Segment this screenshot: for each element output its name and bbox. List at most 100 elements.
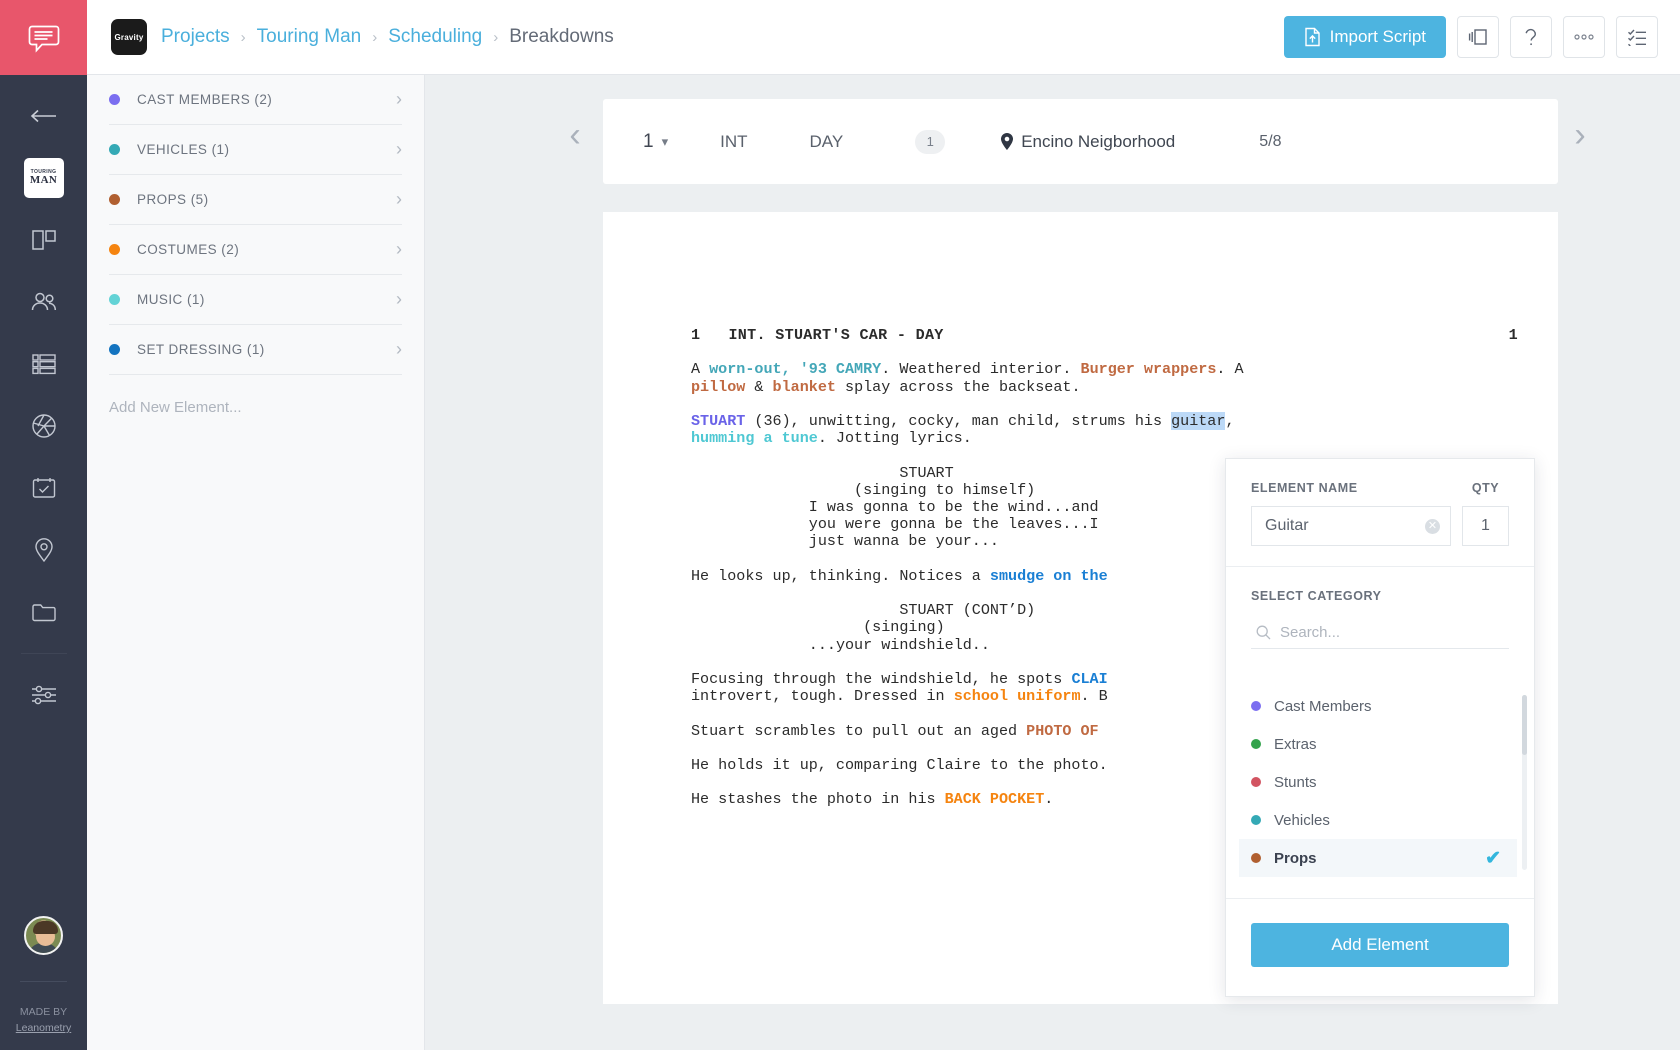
sidebar-item-label: SET DRESSING (1) [137, 342, 265, 357]
category-color-dot [109, 194, 120, 205]
import-script-label: Import Script [1329, 27, 1426, 46]
rail-footer-divider [20, 981, 67, 982]
sidebar-item-files[interactable] [0, 581, 87, 643]
element-camry[interactable]: worn-out, '93 CAMRY [709, 360, 881, 378]
arrow-left-icon [30, 109, 56, 123]
element-name-input[interactable]: Guitar ✕ [1251, 506, 1451, 546]
element-name-value: Guitar [1265, 517, 1309, 534]
qty-input[interactable]: 1 [1462, 506, 1509, 546]
category-option-props[interactable]: Props ✔ [1239, 839, 1517, 877]
sidebar-item-cast-members[interactable]: CAST MEMBERS (2) › [109, 75, 402, 125]
sidebar-item-stripboard[interactable] [0, 333, 87, 395]
scene-number-dropdown[interactable]: 1 ▾ [643, 131, 668, 153]
avatar[interactable] [24, 916, 63, 955]
sidebar-item-locations[interactable] [0, 519, 87, 581]
element-claire[interactable]: CLAI [1071, 670, 1107, 688]
breadcrumb-scheduling[interactable]: Scheduling [388, 26, 482, 48]
previous-scene-button[interactable]: ‹ [555, 105, 595, 165]
back-button[interactable] [0, 85, 87, 147]
breadcrumb-separator: › [240, 28, 246, 46]
category-color-dot [109, 94, 120, 105]
qty-column: QTY 1 [1462, 481, 1509, 546]
category-list-scrollbar[interactable] [1522, 695, 1527, 870]
clear-icon[interactable]: ✕ [1425, 518, 1440, 534]
element-humming-a-tune[interactable]: humming a tune [691, 429, 818, 447]
popup-name-row: ELEMENT NAME Guitar ✕ QTY 1 [1251, 481, 1509, 546]
element-stuart[interactable]: STUART [691, 412, 745, 430]
more-options-button[interactable] [1563, 16, 1605, 58]
text-run: . Weathered interior. [881, 360, 1081, 379]
question-mark-icon [1525, 28, 1537, 46]
sidebar-item-settings[interactable] [0, 664, 87, 726]
element-back-pocket[interactable]: BACK POCKET [945, 790, 1045, 808]
category-label: Props [1274, 849, 1317, 867]
category-list[interactable]: Cast Members Extras Stunts Vehicles Prop… [1239, 687, 1517, 877]
split-view-button[interactable] [1457, 16, 1499, 58]
breadcrumb-touring-man[interactable]: Touring Man [257, 26, 362, 48]
breadcrumb-projects[interactable]: Projects [161, 26, 230, 48]
category-color-dot [1251, 739, 1261, 749]
chevron-right-icon: › [396, 139, 402, 159]
text-run: . B [1080, 687, 1108, 706]
element-smudge[interactable]: smudge on the [990, 567, 1108, 585]
category-option-vehicles[interactable]: Vehicles [1239, 801, 1517, 839]
scene-time-of-day[interactable]: DAY [810, 132, 844, 152]
made-by-label: MADE BY [19, 1006, 68, 1018]
category-color-dot [1251, 815, 1261, 825]
sidebar-item-costumes[interactable]: COSTUMES (2) › [109, 225, 402, 275]
selected-text-guitar[interactable]: guitar [1171, 412, 1226, 430]
sidebar-item-calendar[interactable] [0, 457, 87, 519]
scene-number-value: 1 [643, 130, 654, 152]
sidebar-item-panels[interactable] [0, 209, 87, 271]
dialogue-line: ...your windshield.. [691, 636, 990, 654]
rail-project-badge[interactable]: TOURING MAN [0, 147, 87, 209]
action-line-3: STUART (36), unwitting, cocky, man child… [691, 412, 1235, 430]
sidebar-item-people[interactable] [0, 271, 87, 333]
text-run: , [1225, 412, 1235, 430]
category-option-extras[interactable]: Extras [1239, 725, 1517, 763]
parenthetical: (singing to himself) [854, 480, 1036, 499]
sidebar-item-props[interactable]: PROPS (5) › [109, 175, 402, 225]
category-option-cast-members[interactable]: Cast Members [1239, 687, 1517, 725]
scene-int-ext[interactable]: INT [720, 132, 747, 152]
add-new-element-button[interactable]: Add New Element... [109, 399, 402, 416]
import-script-button[interactable]: Import Script [1283, 16, 1446, 58]
sidebar-item-vehicles[interactable]: VEHICLES (1) › [109, 125, 402, 175]
dialogue-character-1: STUART [691, 464, 953, 482]
checklist-button[interactable] [1616, 16, 1658, 58]
sidebar-item-label: MUSIC (1) [137, 292, 205, 307]
sidebar-item-label: COSTUMES (2) [137, 242, 240, 257]
script-scene-heading: INT. STUART'S CAR - DAY [728, 326, 944, 344]
search-icon [1256, 625, 1271, 640]
category-option-stunts[interactable]: Stunts [1239, 763, 1517, 801]
app-logo[interactable] [0, 0, 87, 75]
category-label: Cast Members [1274, 697, 1372, 715]
dialogue-paren-2: (singing) [691, 618, 945, 636]
breadcrumb-breakdowns[interactable]: Breakdowns [509, 26, 614, 48]
panels-icon [31, 230, 56, 250]
dialogue-line: I was gonna to be the wind...and [691, 498, 1099, 516]
scrollbar-thumb[interactable] [1522, 695, 1527, 755]
text-run: & [745, 377, 773, 396]
made-by-link[interactable]: Leanometry [0, 1020, 87, 1036]
help-button[interactable] [1510, 16, 1552, 58]
category-search-input[interactable]: Search... [1251, 617, 1509, 649]
scene-location[interactable]: Encino Neigborhood [1001, 132, 1175, 152]
avatar-hair [33, 921, 58, 934]
gravity-logo[interactable]: Gravity [111, 19, 147, 55]
add-element-button[interactable]: Add Element [1251, 923, 1509, 967]
action-line-9: He holds it up, comparing Claire to the … [691, 756, 1108, 775]
element-burger-wrappers[interactable]: Burger wrappers [1081, 360, 1217, 378]
action-line-7: introvert, tough. Dressed in school unif… [691, 687, 1108, 705]
sidebar-item-set-dressing[interactable]: SET DRESSING (1) › [109, 325, 402, 375]
element-pillow[interactable]: pillow [691, 378, 745, 396]
category-color-dot [109, 294, 120, 305]
element-school-uniform[interactable]: school uniform [954, 687, 1081, 705]
element-blanket[interactable]: blanket [773, 378, 836, 396]
sidebar-item-aperture[interactable] [0, 395, 87, 457]
sidebar-item-music[interactable]: MUSIC (1) › [109, 275, 402, 325]
calendar-check-icon [32, 478, 55, 498]
action-line-4: humming a tune. Jotting lyrics. [691, 429, 972, 447]
next-scene-button[interactable]: › [1560, 105, 1600, 165]
element-photo-of[interactable]: PHOTO OF [1026, 722, 1108, 740]
